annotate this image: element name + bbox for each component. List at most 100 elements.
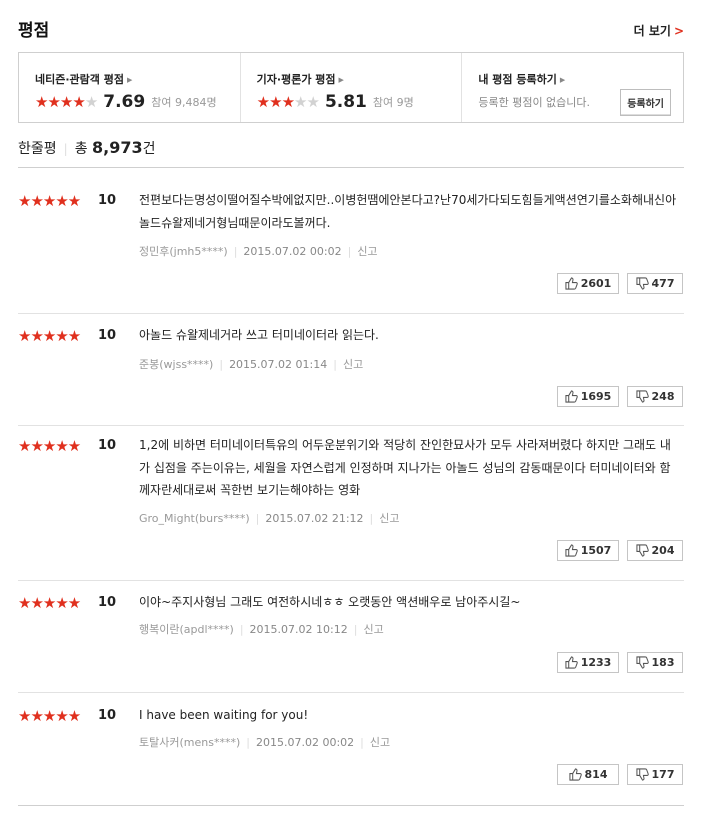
report-link[interactable]: 신고 (343, 358, 363, 371)
review-meta: 준봉(wjss****) | 2015.07.02 01:14 | 신고 (139, 356, 363, 372)
review-score: 10 (98, 193, 117, 208)
like-button[interactable]: 2601 (557, 273, 619, 294)
dislike-button[interactable]: 177 (627, 764, 683, 785)
review-date: 2015.07.02 10:12 (249, 623, 348, 636)
dislike-count: 477 (651, 277, 675, 290)
like-button[interactable]: 814 (557, 764, 619, 785)
review-item: ★★★★★ 10 이야~주지사형님 그래도 여전하시네ㅎㅎ 오랫동안 액션배우로 남… (18, 580, 684, 693)
review-star-rating: ★★★★★ (18, 437, 81, 455)
section-title: 평점 (18, 21, 50, 41)
review-text: 이야~주지사형님 그래도 여전하시네ㅎㅎ 오랫동안 액션배우로 남아주시길~ (139, 595, 521, 609)
critic-score-link[interactable]: 기자·평론가 평점 ▶ (257, 71, 462, 87)
divider: | (246, 736, 250, 749)
netizen-score-panel: 네티즌·관람객 평점 ▶ ★★★★★ 7.69 참여 9,484명 (19, 53, 241, 122)
report-link[interactable]: 신고 (370, 736, 390, 749)
triangle-right-icon: ▶ (559, 76, 566, 84)
divider: | (219, 358, 224, 371)
report-link[interactable]: 신고 (363, 623, 383, 636)
review-score: 10 (98, 708, 117, 723)
review-summary-label: 한줄평 (18, 141, 57, 157)
dislike-button[interactable]: 204 (627, 540, 683, 561)
thumbs-up-icon (565, 277, 578, 290)
more-link[interactable]: 더 보기 > (634, 22, 684, 39)
thumbs-down-icon (635, 768, 649, 781)
like-count: 814 (584, 768, 608, 781)
review-author[interactable]: 준봉(wjss****) (139, 358, 213, 371)
report-link[interactable]: 신고 (379, 512, 399, 525)
divider: | (239, 623, 244, 636)
critic-participant-count: 참여 9명 (372, 96, 414, 109)
divider: | (353, 623, 358, 636)
total-review-count: 8,973 (92, 138, 143, 157)
my-score-panel: 내 평점 등록하기 ▶ 등록한 평점이 없습니다. 등록하기 (462, 53, 683, 122)
netizen-participant-count: 참여 9,484명 (151, 96, 217, 109)
dislike-button[interactable]: 477 (627, 273, 683, 294)
review-star-rating: ★★★★★ (18, 594, 81, 612)
dislike-button[interactable]: 248 (627, 386, 683, 407)
review-score: 10 (98, 438, 117, 453)
review-text: 아놀드 슈왈제네거라 쓰고 터미네이터라 읽는다. (139, 328, 379, 342)
more-label: 더 보기 (633, 24, 671, 38)
thumbs-down-icon (635, 277, 649, 290)
review-date: 2015.07.02 01:14 (229, 358, 328, 371)
review-meta: 토탈사커(mens****) | 2015.07.02 00:02 | 신고 (139, 734, 390, 750)
divider: | (347, 245, 352, 258)
report-link[interactable]: 신고 (357, 245, 377, 258)
score-box: 네티즌·관람객 평점 ▶ ★★★★★ 7.69 참여 9,484명 기자·평론가 … (18, 52, 684, 123)
divider: | (233, 245, 238, 258)
like-button[interactable]: 1507 (557, 540, 619, 561)
total-prefix: 총 (74, 141, 88, 157)
like-count: 1695 (580, 390, 612, 403)
netizen-score-label: 네티즌·관람객 평점 (35, 73, 124, 86)
review-author[interactable]: Gro_Might(burs****) (139, 512, 250, 525)
review-meta: 행복이란(apdl****) | 2015.07.02 10:12 | 신고 (139, 621, 384, 637)
critic-star-rating: ★★★★★ (256, 92, 320, 111)
netizen-score-value: 7.69 (103, 92, 146, 112)
triangle-right-icon: ▶ (126, 76, 133, 84)
critic-score-value: 5.81 (324, 92, 367, 112)
review-date: 2015.07.02 00:02 (255, 736, 355, 749)
chevron-right-icon: > (673, 24, 684, 38)
review-author[interactable]: 행복이란(apdl****) (139, 623, 234, 636)
review-score: 10 (98, 328, 117, 343)
review-item: ★★★★★ 10 전편보다는명성이떨어질수박에없지만..이병헌땜에안본다고?난70세… (18, 168, 684, 314)
review-star-rating: ★★★★★ (18, 327, 81, 345)
critic-score-label: 기자·평론가 평점 (256, 73, 336, 86)
review-score: 10 (98, 595, 117, 610)
netizen-star-rating: ★★★★★ (35, 92, 98, 111)
thumbs-down-icon (635, 656, 649, 669)
dislike-count: 248 (651, 390, 675, 403)
like-count: 2601 (580, 277, 612, 290)
thumbs-up-icon (565, 544, 578, 557)
dislike-button[interactable]: 183 (627, 652, 683, 673)
divider: | (369, 512, 374, 525)
my-score-label: 내 평점 등록하기 (478, 73, 557, 86)
review-meta: 정민후(jmh5****) | 2015.07.02 00:02 | 신고 (139, 243, 378, 259)
thumbs-up-icon (565, 390, 578, 403)
like-count: 1507 (580, 544, 612, 557)
thumbs-down-icon (635, 544, 649, 557)
review-star-rating: ★★★★★ (18, 192, 81, 210)
review-text: I have been waiting for you! (139, 708, 309, 722)
review-author[interactable]: 토탈사커(mens****) (139, 736, 240, 749)
review-author[interactable]: 정민후(jmh5****) (139, 245, 228, 258)
netizen-score-link[interactable]: 네티즌·관람객 평점 ▶ (35, 71, 240, 87)
register-rating-button[interactable]: 등록하기 (620, 89, 672, 116)
dislike-count: 183 (651, 656, 675, 669)
like-button[interactable]: 1695 (557, 386, 619, 407)
review-list: ★★★★★ 10 전편보다는명성이떨어질수박에없지만..이병헌땜에안본다고?난70세… (18, 168, 684, 806)
triangle-right-icon: ▶ (338, 76, 344, 84)
review-item: ★★★★★ 10 아놀드 슈왈제네거라 쓰고 터미네이터라 읽는다. 준봉(wjss*… (18, 313, 684, 426)
like-count: 1233 (580, 656, 612, 669)
review-date: 2015.07.02 00:02 (243, 245, 342, 258)
thumbs-down-icon (635, 390, 649, 403)
review-text: 전편보다는명성이떨어질수박에없지만..이병헌땜에안본다고?난70세가다되도힘들게… (139, 193, 677, 230)
review-star-rating: ★★★★★ (18, 707, 81, 725)
dislike-count: 177 (651, 768, 675, 781)
like-button[interactable]: 1233 (557, 652, 619, 673)
my-score-link[interactable]: 내 평점 등록하기 ▶ (478, 71, 683, 87)
divider: | (333, 358, 337, 371)
thumbs-up-icon (568, 768, 582, 781)
critic-score-panel: 기자·평론가 평점 ▶ ★★★★★ 5.81 참여 9명 (241, 53, 463, 122)
review-date: 2015.07.02 21:12 (265, 512, 364, 525)
